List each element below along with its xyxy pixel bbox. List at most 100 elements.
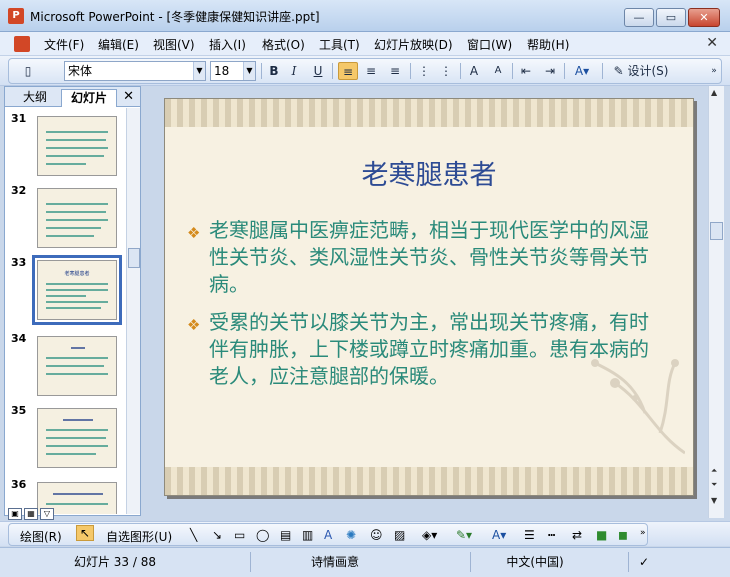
menu-slideshow[interactable]: 幻灯片放映(D) [374,36,453,53]
font-color-icon[interactable]: A▾ [492,528,506,542]
current-slide[interactable]: 老寒腿患者 ❖ 老寒腿属中医痹症范畴，相当于现代医学中的风湿性关节炎、类风湿性关… [164,98,694,496]
italic-button[interactable]: I [286,62,302,80]
tab-outline[interactable]: 大纲 [13,89,57,107]
window-title: Microsoft PowerPoint - [冬季健康保健知识讲座.ppt] [30,10,320,24]
menu-file[interactable]: 文件(F) [44,36,84,53]
slide-number: 34 [11,332,27,345]
status-bar: 幻灯片 33 / 88 诗情画意 中文(中国) ✓ [0,547,730,577]
menu-tools[interactable]: 工具(T) [319,36,360,53]
close-document-icon[interactable]: ✕ [706,35,718,51]
scroll-down-icon[interactable]: ▼ [711,496,717,505]
fill-color-icon[interactable]: ◈▾ [422,528,437,542]
menu-edit[interactable]: 编辑(E) [98,36,139,53]
language-indicator: 中文(中国) [506,555,564,569]
select-pointer-icon[interactable]: ↖ [76,525,94,541]
diamond-bullet-icon: ❖ [187,316,201,334]
font-color-icon[interactable]: A▾ [570,62,594,80]
rectangle-icon[interactable]: ▭ [234,528,245,542]
design-template-name: 诗情画意 [310,555,359,569]
bullet-item[interactable]: ❖ 受累的关节以膝关节为主，常出现关节疼痛，有时伴有肿胀，上下楼或蹲立时疼痛加重… [187,309,667,390]
maximize-button[interactable]: ▭ [656,8,686,27]
slide-sorter-icon[interactable]: ▦ [24,508,38,520]
font-size-value: 18 [214,64,230,78]
numbered-list-icon[interactable]: ⋮ [416,62,432,80]
toolbar-options-icon[interactable]: » [708,62,720,80]
scroll-up-icon[interactable]: ▲ [711,88,717,97]
bold-button[interactable]: B [266,62,282,80]
line-color-icon[interactable]: ✎▾ [456,528,472,542]
normal-view-icon[interactable]: ▣ [8,508,22,520]
3d-icon[interactable]: ◼ [618,528,628,542]
slide-preview[interactable] [37,408,117,468]
diagram-icon[interactable]: ✺ [346,528,356,542]
thumbnail-list: 31 32 33 老寒腿患者 34 35 36 [5,108,125,514]
menu-format[interactable]: 格式(O) [262,36,305,53]
scrollbar-thumb[interactable] [128,248,140,268]
align-center-icon[interactable]: ≡ [362,62,380,80]
increase-indent-icon[interactable]: ⇥ [542,62,558,80]
arrow-icon[interactable]: ↘ [212,528,222,542]
slide-preview[interactable] [37,188,117,248]
textbox-icon[interactable]: ▤ [280,528,291,542]
slide-preview[interactable] [37,116,117,176]
minimize-button[interactable]: — [624,8,654,27]
picture-icon[interactable]: ▨ [394,528,405,542]
close-pane-icon[interactable]: ✕ [123,89,134,104]
oval-icon[interactable]: ◯ [256,528,269,542]
powerpoint-icon[interactable]: P [8,8,24,24]
menu-help[interactable]: 帮助(H) [527,36,569,53]
decrease-font-icon[interactable]: A [490,62,506,80]
underline-button[interactable]: U [310,62,326,80]
slideshow-icon[interactable]: ▽ [40,508,54,520]
thumbnail-scrollbar[interactable] [126,108,140,514]
formatting-toolbar: ▯ 宋体 ▼ 18 ▼ B I U ≡ ≡ ≡ ⋮ ⋮ A A ⇤ ⇥ A▾ ✎… [0,56,730,86]
chevron-down-icon[interactable]: ▼ [243,62,255,80]
title-bar: P Microsoft PowerPoint - [冬季健康保健知识讲座.ppt… [0,0,730,32]
font-size-select[interactable]: 18 ▼ [210,61,256,81]
align-left-icon[interactable]: ≡ [338,62,358,80]
menu-view[interactable]: 视图(V) [153,36,195,53]
bulleted-list-icon[interactable]: ⋮ [438,62,454,80]
tab-slides[interactable]: 幻灯片 [61,89,117,107]
document-icon[interactable] [14,36,30,52]
increase-font-icon[interactable]: A [466,62,482,80]
menu-window[interactable]: 窗口(W) [467,36,512,53]
clipart-icon[interactable]: ☺ [370,528,383,542]
font-name-select[interactable]: 宋体 ▼ [64,61,206,81]
slide-preview[interactable] [37,336,117,396]
previous-slide-icon[interactable]: ⏶ [711,466,717,476]
slide-scrollbar[interactable]: ▲ ⏶ ⏷ ▼ [708,86,724,518]
design-icon: ✎ [613,64,624,78]
bullet-text: 老寒腿属中医痹症范畴，相当于现代医学中的风湿性关节炎、类风湿性关节炎、骨性关节炎… [209,218,649,296]
separator [512,63,513,79]
wordart-icon[interactable]: A [324,528,332,542]
menu-bar: 文件(F) 编辑(E) 视图(V) 插入(I) 格式(O) 工具(T) 幻灯片放… [0,32,730,56]
slide-title[interactable]: 老寒腿患者 [165,153,693,192]
shadow-icon[interactable]: ■ [596,528,607,542]
close-button[interactable]: ✕ [688,8,720,27]
line-style-icon[interactable]: ☰ [524,528,535,542]
autoshapes-button[interactable]: 自选图形(U) [106,528,172,545]
scrollbar-thumb[interactable] [710,222,723,240]
arrow-style-icon[interactable]: ⇄ [572,528,582,542]
align-right-icon[interactable]: ≡ [386,62,404,80]
decrease-indent-icon[interactable]: ⇤ [518,62,534,80]
slide-preview[interactable]: 老寒腿患者 [32,255,122,325]
next-slide-icon[interactable]: ⏷ [711,480,717,490]
separator [332,63,333,79]
design-button[interactable]: ✎ 设计(S) [610,62,672,80]
vertical-textbox-icon[interactable]: ▥ [302,528,313,542]
slide-counter: 幻灯片 33 / 88 [73,555,157,569]
new-document-icon[interactable]: ▯ [20,62,36,80]
dash-style-icon[interactable]: ┅ [548,528,555,542]
view-buttons: ▣ ▦ ▽ [8,505,68,520]
toolbar-options-icon[interactable]: » [640,528,646,538]
line-icon[interactable]: ╲ [190,528,197,542]
bullet-item[interactable]: ❖ 老寒腿属中医痹症范畴，相当于现代医学中的风湿性关节炎、类风湿性关节炎、骨性关… [187,217,667,298]
draw-menu-button[interactable]: 绘图(R) [20,528,62,545]
chevron-down-icon[interactable]: ▼ [193,62,205,80]
separator [628,552,629,572]
spelling-check-icon[interactable]: ✓ [634,554,654,570]
separator [564,63,565,79]
menu-insert[interactable]: 插入(I) [209,36,246,53]
